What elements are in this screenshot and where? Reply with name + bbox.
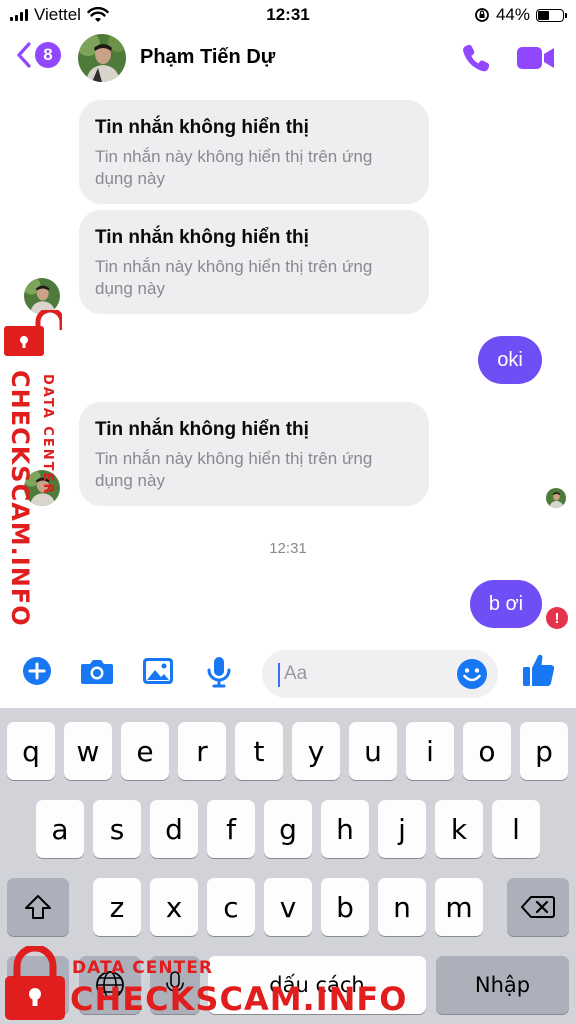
unsupported-message-description: Tin nhắn này không hiển thị trên ứng dụn… <box>95 257 373 298</box>
keyboard: q w e r t y u i o p a s d f g h j k l z … <box>0 708 576 1024</box>
key-j[interactable]: j <box>378 800 426 858</box>
key-y[interactable]: y <box>292 722 340 780</box>
microphone-icon <box>166 971 184 998</box>
globe-icon <box>96 971 124 999</box>
back-button[interactable]: 8 <box>16 42 61 68</box>
unsupported-message-description: Tin nhắn này không hiển thị trên ứng dụn… <box>95 449 373 490</box>
key-k[interactable]: k <box>435 800 483 858</box>
more-actions-button[interactable] <box>22 656 52 691</box>
message-list[interactable]: Tin nhắn không hiển thị Tin nhắn này khô… <box>0 90 576 635</box>
phone-icon <box>463 44 490 72</box>
shift-key[interactable] <box>7 878 69 936</box>
unsupported-message-description: Tin nhắn này không hiển thị trên ứng dụn… <box>95 147 373 188</box>
send-failed-icon[interactable]: ! <box>546 607 568 629</box>
text-cursor <box>278 663 280 687</box>
space-key[interactable]: dấu cách <box>208 956 426 1014</box>
key-f[interactable]: f <box>207 800 255 858</box>
key-a[interactable]: a <box>36 800 84 858</box>
unsupported-message-bubble[interactable]: Tin nhắn không hiển thị Tin nhắn này khô… <box>79 402 429 506</box>
voice-call-button[interactable] <box>460 42 492 79</box>
key-v[interactable]: v <box>264 878 312 936</box>
backspace-icon <box>521 896 555 918</box>
voice-record-button[interactable] <box>206 656 232 693</box>
battery-percent: 44% <box>495 5 530 24</box>
key-e[interactable]: e <box>121 722 169 780</box>
globe-key[interactable] <box>79 956 141 1014</box>
key-r[interactable]: r <box>178 722 226 780</box>
contact-avatar[interactable] <box>78 34 126 82</box>
message-timestamp: 12:31 <box>269 540 307 557</box>
message-input-placeholder: Aa <box>284 663 308 684</box>
rotation-lock-icon <box>475 8 489 22</box>
key-d[interactable]: d <box>150 800 198 858</box>
message-composer: Aa <box>0 640 576 708</box>
thumbs-up-icon <box>523 654 555 686</box>
battery-icon <box>536 8 567 22</box>
outgoing-message-bubble[interactable]: b ơi <box>470 580 542 628</box>
status-bar: Viettel 12:31 44% <box>0 0 576 30</box>
key-q[interactable]: q <box>7 722 55 780</box>
key-i[interactable]: i <box>406 722 454 780</box>
message-input[interactable]: Aa <box>262 650 498 698</box>
dictation-key[interactable] <box>150 956 200 1014</box>
numbers-key[interactable] <box>7 956 69 1014</box>
unsupported-message-title: Tin nhắn không hiển thị <box>95 419 309 440</box>
key-m[interactable]: m <box>435 878 483 936</box>
key-g[interactable]: g <box>264 800 312 858</box>
key-h[interactable]: h <box>321 800 369 858</box>
watermark-side: CHECKSCAM.INFO DATA CENTER <box>4 310 64 627</box>
key-u[interactable]: u <box>349 722 397 780</box>
key-l[interactable]: l <box>492 800 540 858</box>
image-icon <box>143 658 173 684</box>
key-z[interactable]: z <box>93 878 141 936</box>
unread-count-badge: 8 <box>35 42 61 68</box>
camera-button[interactable] <box>80 656 114 691</box>
watermark-checkscam-text: CHECKSCAM.INFO <box>6 370 34 627</box>
chat-header: 8 Phạm Tiến Dự <box>0 30 576 90</box>
video-call-button[interactable] <box>516 44 556 77</box>
unsupported-message-title: Tin nhắn không hiển thị <box>95 117 309 138</box>
plus-circle-icon <box>23 657 51 685</box>
read-receipt-avatar <box>546 488 566 508</box>
emoji-button[interactable] <box>456 658 488 695</box>
key-n[interactable]: n <box>378 878 426 936</box>
camera-icon <box>81 660 113 684</box>
key-p[interactable]: p <box>520 722 568 780</box>
key-o[interactable]: o <box>463 722 511 780</box>
smiley-icon <box>457 659 487 689</box>
unsupported-message-title: Tin nhắn không hiển thị <box>95 227 309 248</box>
shift-arrow-icon <box>25 895 51 919</box>
sender-avatar[interactable] <box>24 278 60 314</box>
key-b[interactable]: b <box>321 878 369 936</box>
key-c[interactable]: c <box>207 878 255 936</box>
outgoing-message-bubble[interactable]: oki <box>478 336 542 384</box>
return-key[interactable]: Nhập <box>436 956 569 1014</box>
key-s[interactable]: s <box>93 800 141 858</box>
unsupported-message-bubble[interactable]: Tin nhắn không hiển thị Tin nhắn này khô… <box>79 210 429 314</box>
backspace-key[interactable] <box>507 878 569 936</box>
video-camera-icon <box>517 47 554 69</box>
gallery-button[interactable] <box>142 656 174 691</box>
microphone-icon <box>207 657 231 688</box>
key-x[interactable]: x <box>150 878 198 936</box>
watermark-datacenter-text: DATA CENTER <box>40 374 55 496</box>
chevron-left-icon <box>17 42 31 68</box>
like-button[interactable] <box>522 652 556 693</box>
contact-name[interactable]: Phạm Tiến Dự <box>140 46 275 69</box>
key-t[interactable]: t <box>235 722 283 780</box>
key-w[interactable]: w <box>64 722 112 780</box>
unsupported-message-bubble[interactable]: Tin nhắn không hiển thị Tin nhắn này khô… <box>79 100 429 204</box>
battery-group: 44% <box>474 5 567 25</box>
lock-icon <box>4 310 62 356</box>
